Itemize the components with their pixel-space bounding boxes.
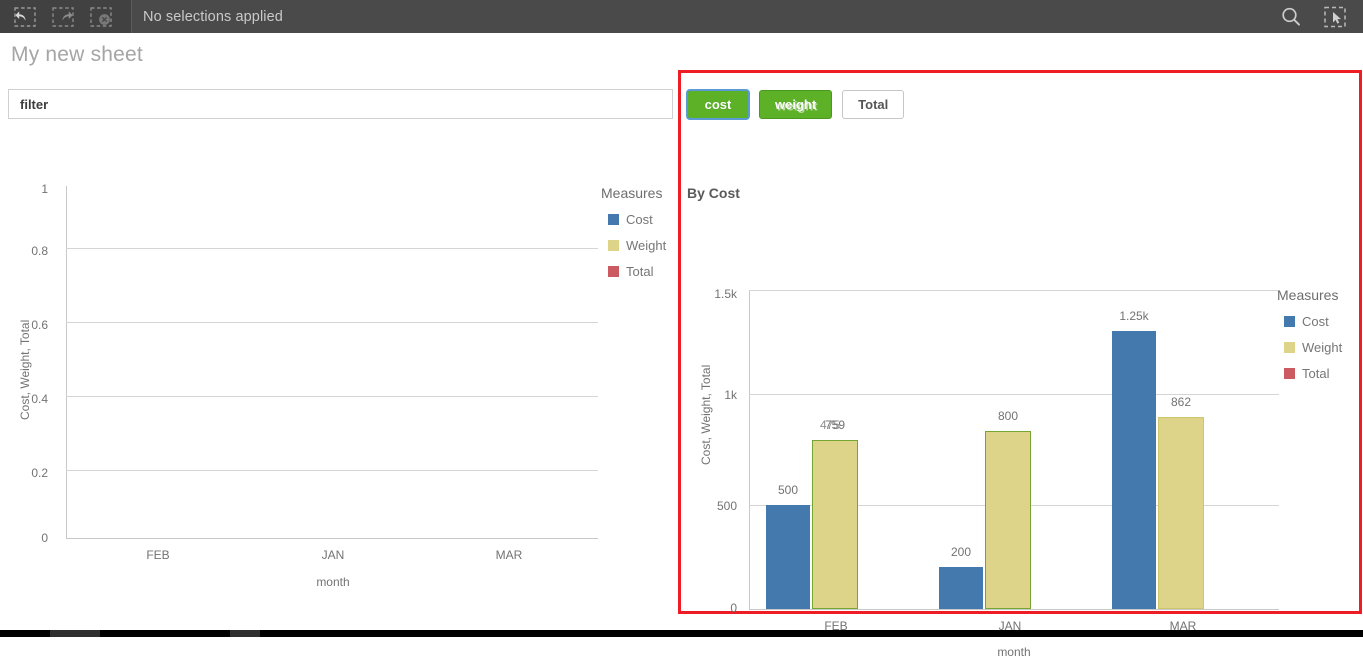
left-chart-y-tick: 0.8 bbox=[31, 244, 48, 258]
legend-swatch-weight bbox=[1284, 342, 1295, 353]
cost-button[interactable]: cost bbox=[686, 89, 750, 120]
left-chart-y-tick: 0.6 bbox=[31, 318, 48, 332]
right-chart-gridline bbox=[749, 290, 1279, 291]
left-chart-y-tick: 1 bbox=[41, 182, 48, 196]
redo-selection-button[interactable] bbox=[44, 0, 82, 33]
bar-cost-jan[interactable] bbox=[939, 567, 983, 609]
bottom-strip-segment bbox=[50, 630, 100, 637]
bottom-strip-segment bbox=[230, 630, 260, 637]
total-button[interactable]: Total bbox=[842, 90, 905, 119]
right-chart-y-tick: 500 bbox=[716, 499, 737, 513]
legend-label-weight: Weight bbox=[1302, 340, 1343, 355]
right-chart-title: By Cost bbox=[687, 185, 740, 201]
left-chart-legend-item-total[interactable]: Total bbox=[608, 264, 653, 279]
right-chart-y-tick: 0 bbox=[730, 601, 737, 615]
left-chart-x-tick: FEB bbox=[146, 548, 170, 562]
bar-weight-mar[interactable] bbox=[1158, 417, 1204, 609]
undo-selection-button[interactable] bbox=[6, 0, 44, 33]
right-chart-legend-item-total[interactable]: Total bbox=[1284, 366, 1329, 381]
left-chart-x-tick: JAN bbox=[321, 548, 345, 562]
left-bar-chart[interactable]: Cost, Weight, Total 0 0.2 0.4 0.6 0.8 1 … bbox=[0, 170, 680, 600]
top-toolbar: No selections applied bbox=[0, 0, 1363, 33]
filter-input[interactable]: filter bbox=[8, 89, 673, 119]
highlighted-panel: cost weight weight Total By Cost Cost, W… bbox=[678, 70, 1362, 659]
toolbar-right-group bbox=[1269, 0, 1363, 33]
right-chart-y-axis-label: Cost, Weight, Total bbox=[699, 364, 713, 465]
bar-label-weight-feb-ghost: 475 bbox=[819, 418, 841, 432]
left-chart-legend-title: Measures bbox=[601, 185, 663, 201]
cost-button-label: cost bbox=[704, 97, 732, 112]
legend-label-total: Total bbox=[626, 264, 654, 279]
right-bar-chart[interactable]: Cost, Weight, Total 0 500 1k 1.5k 500 75… bbox=[681, 208, 1359, 659]
left-chart-gridline bbox=[66, 470, 598, 471]
right-chart-legend-item-weight[interactable]: Weight bbox=[1284, 340, 1342, 355]
bar-label-weight-jan: 800 bbox=[997, 409, 1019, 423]
right-chart-x-axis-label: month bbox=[997, 645, 1031, 659]
legend-swatch-cost bbox=[608, 214, 619, 225]
bar-cost-feb[interactable] bbox=[766, 505, 810, 609]
filter-input-value: filter bbox=[20, 96, 49, 112]
weight-button[interactable]: weight weight bbox=[759, 90, 833, 119]
legend-swatch-cost bbox=[1284, 316, 1295, 327]
legend-label-weight: Weight bbox=[626, 238, 667, 253]
left-chart-y-tick: 0.4 bbox=[31, 392, 48, 406]
left-chart-gridline bbox=[66, 396, 598, 397]
left-chart-legend-item-weight[interactable]: Weight bbox=[608, 238, 666, 253]
weight-button-label: weight bbox=[775, 97, 817, 112]
search-icon[interactable] bbox=[1269, 0, 1313, 33]
total-button-label: Total bbox=[858, 97, 889, 112]
bar-label-weight-mar: 862 bbox=[1170, 395, 1192, 409]
bar-label-cost-mar: 1.25k bbox=[1119, 309, 1149, 323]
legend-label-total: Total bbox=[1302, 366, 1330, 381]
left-chart-y-axis-line bbox=[66, 186, 67, 538]
left-chart-x-axis-line bbox=[66, 538, 598, 539]
bar-cost-mar[interactable] bbox=[1112, 331, 1156, 609]
bar-weight-feb[interactable] bbox=[812, 440, 858, 609]
bar-weight-jan[interactable] bbox=[985, 431, 1031, 609]
right-chart-legend-title: Measures bbox=[1277, 287, 1339, 303]
selection-tool-icon[interactable] bbox=[1313, 0, 1357, 33]
measure-button-row: cost weight weight Total bbox=[686, 89, 914, 120]
right-chart-y-tick: 1k bbox=[724, 388, 737, 402]
right-chart-y-axis-line bbox=[749, 290, 750, 609]
left-chart-gridline bbox=[66, 248, 598, 249]
selection-tools-group bbox=[0, 0, 131, 33]
bar-label-weight-feb: 759 475 bbox=[785, 418, 885, 432]
right-chart-y-tick: 1.5k bbox=[714, 287, 737, 301]
bottom-strip bbox=[0, 630, 1363, 637]
left-chart-y-tick: 0 bbox=[41, 531, 48, 545]
right-chart-x-axis-line bbox=[749, 609, 1279, 610]
legend-swatch-total bbox=[608, 266, 619, 277]
legend-label-cost: Cost bbox=[626, 212, 653, 227]
right-chart-legend-item-cost[interactable]: Cost bbox=[1284, 314, 1329, 329]
left-chart-gridline bbox=[66, 322, 598, 323]
left-chart-x-tick: MAR bbox=[495, 548, 523, 562]
legend-swatch-total bbox=[1284, 368, 1295, 379]
left-chart-x-axis-label: month bbox=[316, 575, 350, 589]
clear-all-selections-button[interactable] bbox=[82, 0, 120, 33]
selection-status-text: No selections applied bbox=[143, 8, 283, 25]
page-title: My new sheet bbox=[11, 43, 143, 66]
left-chart-legend-item-cost[interactable]: Cost bbox=[608, 212, 653, 227]
legend-label-cost: Cost bbox=[1302, 314, 1329, 329]
left-chart-y-tick: 0.2 bbox=[31, 466, 48, 480]
legend-swatch-weight bbox=[608, 240, 619, 251]
